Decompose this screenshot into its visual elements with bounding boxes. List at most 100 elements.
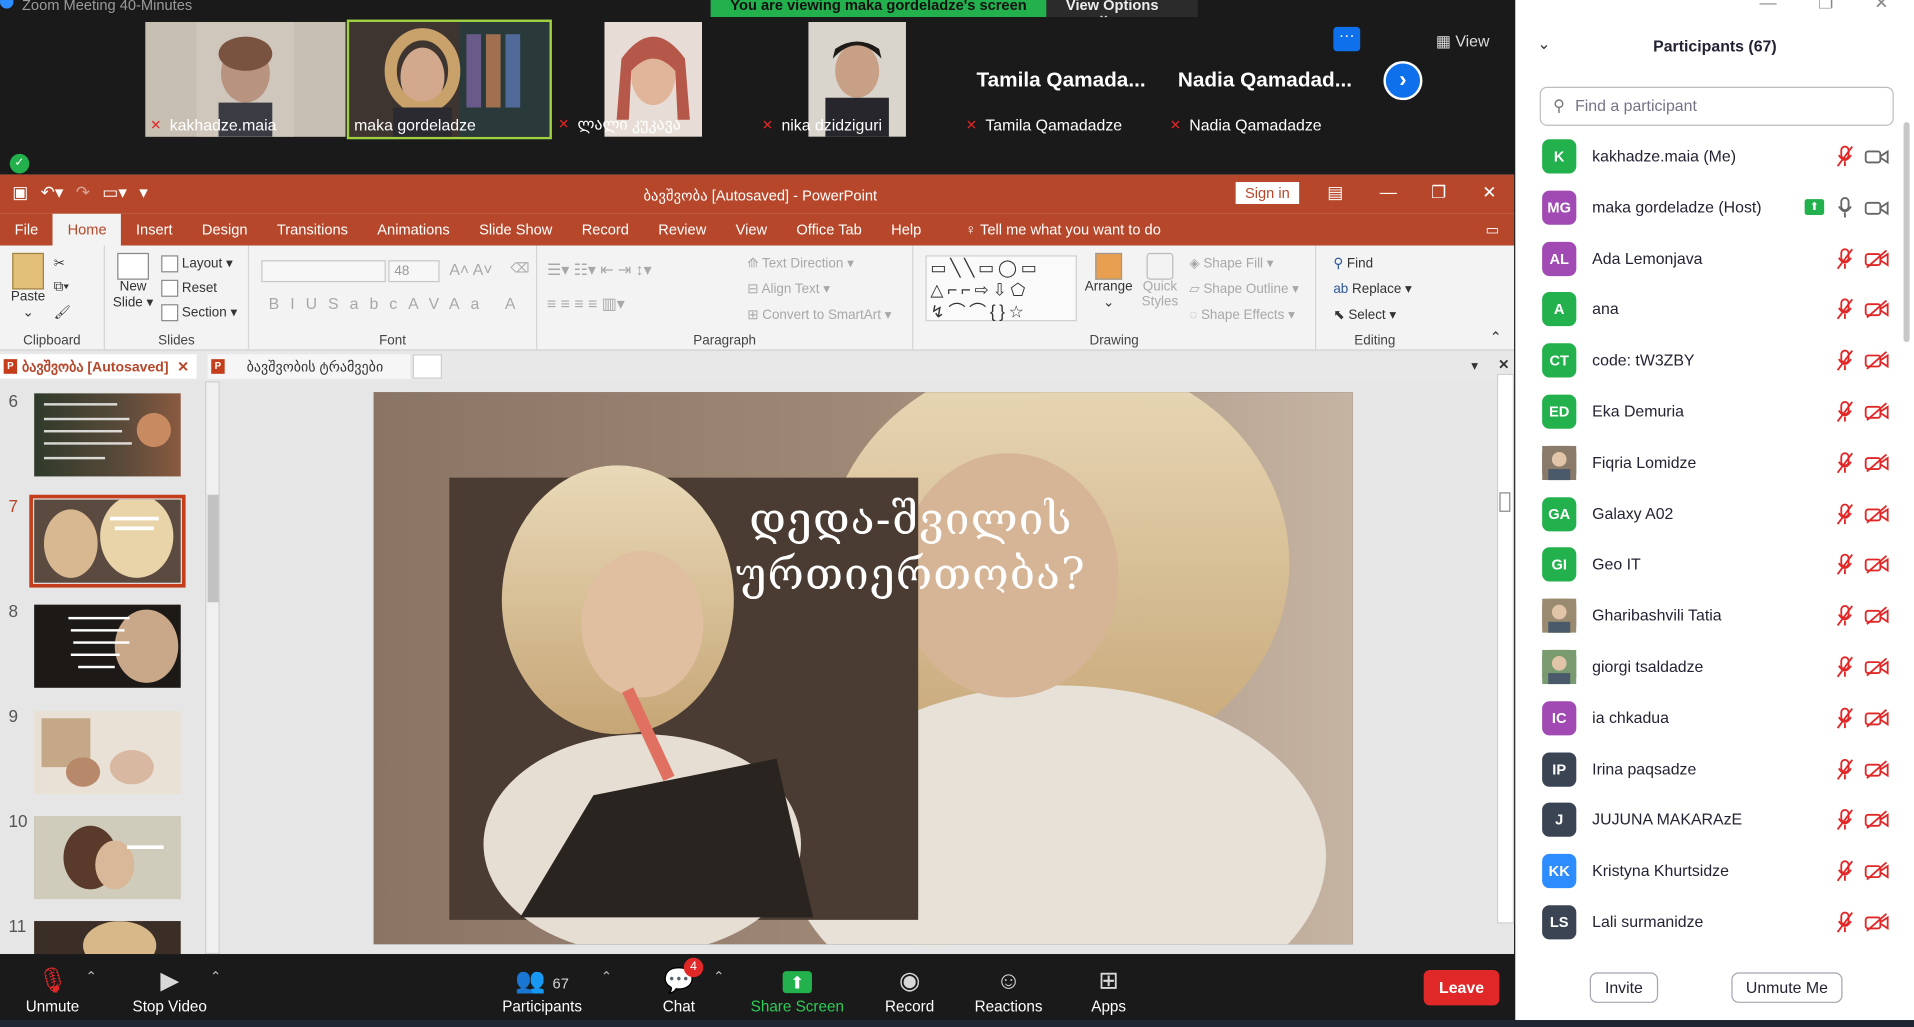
comments-icon[interactable]: ▭	[1471, 214, 1514, 246]
reset-button[interactable]: Reset	[161, 279, 217, 297]
minimize-icon[interactable]: —	[1759, 0, 1776, 12]
slide-thumbnail-selected[interactable]	[29, 494, 186, 588]
share-screen-button[interactable]: ⬆ Share Screen	[750, 964, 845, 1015]
mic-icon[interactable]	[1835, 196, 1855, 218]
next-page-arrow-icon[interactable]: ›	[1383, 61, 1423, 101]
muted-mic-icon[interactable]	[1835, 656, 1855, 678]
close-tab-icon[interactable]: ✕	[177, 360, 189, 375]
participant-row[interactable]: IC ia chkadua	[1542, 700, 1902, 743]
tab-file[interactable]: File	[0, 214, 53, 246]
tab-office-tab[interactable]: Office Tab	[782, 214, 877, 246]
font-name-box[interactable]	[261, 260, 386, 283]
participant-row[interactable]: ED Eka Demuria	[1542, 394, 1902, 437]
participant-search-input[interactable]: ⚲ Find a participant	[1539, 86, 1894, 126]
sign-in-button[interactable]: Sign in	[1235, 182, 1300, 205]
shape-effects-button[interactable]: ◌ Shape Effects ▾	[1189, 307, 1295, 323]
security-shield-icon[interactable]: ✓	[9, 153, 30, 174]
participant-row[interactable]: GA Galaxy A02	[1542, 496, 1902, 539]
close-icon[interactable]: ✕	[1482, 182, 1496, 203]
layout-button[interactable]: Layout ▾	[161, 255, 233, 273]
participant-row[interactable]: LS Lali surmanidze	[1542, 905, 1902, 947]
video-off-icon[interactable]	[1864, 504, 1889, 524]
video-off-icon[interactable]	[1864, 810, 1889, 830]
increase-font-icon[interactable]: A˄ A˅	[449, 260, 492, 278]
video-camera-icon[interactable]	[1864, 147, 1889, 167]
participants-scrollbar[interactable]	[1903, 122, 1910, 343]
participant-row[interactable]: AL Ada Lemonjava	[1542, 241, 1902, 283]
video-off-icon[interactable]	[1864, 249, 1889, 269]
tab-slide-show[interactable]: Slide Show	[464, 214, 567, 246]
slide-thumbnail[interactable]	[34, 816, 181, 900]
video-tile[interactable]: Tamila Qamada... ✕ Tamila Qamadadze	[960, 21, 1162, 137]
redo-icon[interactable]: ↷	[76, 182, 90, 203]
video-options-caret[interactable]: ⌃	[210, 969, 221, 985]
record-button[interactable]: ◉ Record	[882, 964, 938, 1016]
current-slide[interactable]: დედა-შვილის ურთიერთობა?	[373, 392, 1353, 945]
clear-format-icon[interactable]: ⌫	[510, 260, 529, 276]
font-size-box[interactable]: 48	[388, 260, 440, 283]
cut-icon[interactable]: ✂	[54, 255, 65, 272]
video-off-icon[interactable]	[1864, 759, 1889, 779]
muted-mic-icon[interactable]	[1835, 707, 1855, 729]
muted-mic-icon[interactable]	[1835, 758, 1855, 780]
shapes-gallery[interactable]: ▭╲╲▭◯▭ △⌐⌐⇨⇩⬠ ↯⌒⌒{}☆	[925, 255, 1077, 322]
tab-help[interactable]: Help	[876, 214, 935, 246]
ribbon-display-icon[interactable]: ▤	[1327, 182, 1343, 203]
tab-design[interactable]: Design	[187, 214, 262, 246]
participant-row[interactable]: GI Geo IT	[1542, 547, 1902, 590]
participant-row[interactable]: giorgi tsaldadze	[1542, 649, 1902, 692]
font-style-buttons[interactable]: BIUSabcAVAa A	[269, 294, 527, 312]
tab-view[interactable]: View	[721, 214, 782, 246]
slide-thumbnail[interactable]	[34, 604, 181, 688]
muted-mic-icon[interactable]	[1835, 349, 1855, 372]
tab-review[interactable]: Review	[644, 214, 721, 246]
participant-row[interactable]: Kkakhadze.maia (Me)	[1542, 139, 1902, 181]
video-off-icon[interactable]	[1864, 913, 1889, 933]
view-options-button[interactable]: View Options ⌄	[1046, 0, 1198, 22]
muted-mic-icon[interactable]	[1835, 298, 1855, 321]
scroll-thumb[interactable]	[1499, 492, 1511, 512]
present-icon[interactable]: ▭▾	[102, 182, 127, 203]
format-painter-icon[interactable]: 🖌	[54, 304, 71, 320]
muted-mic-icon[interactable]	[1835, 452, 1855, 474]
slide-title[interactable]: დედა-შვილის ურთიერთობა?	[691, 492, 1131, 602]
muted-mic-icon[interactable]	[1835, 503, 1855, 525]
arrange-button[interactable]: Arrange ⌄	[1084, 252, 1133, 310]
video-tile[interactable]: ✕ nika dzidziguri	[757, 21, 958, 137]
tab-insert[interactable]: Insert	[121, 214, 187, 246]
slide-thumbnail[interactable]	[34, 393, 181, 477]
close-doc-icon[interactable]: ✕	[1498, 357, 1509, 373]
chat-options-caret[interactable]: ⌃	[713, 969, 724, 985]
align-text-button[interactable]: ⊟ Align Text ▾	[747, 281, 830, 297]
copy-icon[interactable]: ⧉▾	[54, 280, 69, 296]
muted-mic-icon[interactable]	[1835, 605, 1855, 627]
tab-animations[interactable]: Animations	[363, 214, 465, 246]
tab-home[interactable]: Home	[52, 213, 122, 246]
shape-fill-button[interactable]: ◈ Shape Fill ▾	[1189, 255, 1273, 272]
muted-mic-icon[interactable]	[1835, 247, 1855, 269]
reactions-button[interactable]: ☺ Reactions	[972, 964, 1045, 1016]
section-button[interactable]: Section ▾	[161, 304, 237, 322]
participants-button[interactable]: 👥 67 Participants	[496, 964, 589, 1016]
smartart-button[interactable]: ⊞ Convert to SmartArt ▾	[747, 307, 891, 323]
video-camera-icon[interactable]	[1864, 198, 1889, 218]
maximize-icon[interactable]: ❐	[1431, 182, 1446, 203]
tab-list-icon[interactable]: ▾	[1471, 358, 1478, 374]
muted-mic-icon[interactable]	[1835, 554, 1855, 576]
quick-styles-button[interactable]: Quick Styles	[1138, 252, 1182, 309]
apps-button[interactable]: ⊞ Apps	[1084, 964, 1133, 1016]
participant-row[interactable]: CT code: tW3ZBY	[1542, 343, 1902, 385]
slide-thumbnail[interactable]	[34, 710, 181, 795]
participant-row[interactable]: Gharibashvili Tatia	[1542, 598, 1902, 641]
video-off-icon[interactable]	[1864, 657, 1889, 677]
tab-record[interactable]: Record	[567, 214, 644, 246]
muted-mic-icon[interactable]	[1835, 400, 1855, 423]
customize-qat-icon[interactable]: ▾	[139, 182, 148, 203]
video-off-icon[interactable]	[1864, 300, 1889, 320]
muted-mic-icon[interactable]	[1835, 809, 1855, 831]
muted-mic-icon[interactable]	[1835, 145, 1855, 167]
participant-row[interactable]: MG maka gordeladze (Host) ⬆	[1542, 190, 1902, 232]
bullets-icon[interactable]: ☰▾ ☷▾ ⇤ ⇥ ↕▾	[547, 260, 652, 280]
video-off-icon[interactable]	[1864, 861, 1889, 881]
participant-row[interactable]: Fiqria Lomidze	[1542, 445, 1902, 488]
